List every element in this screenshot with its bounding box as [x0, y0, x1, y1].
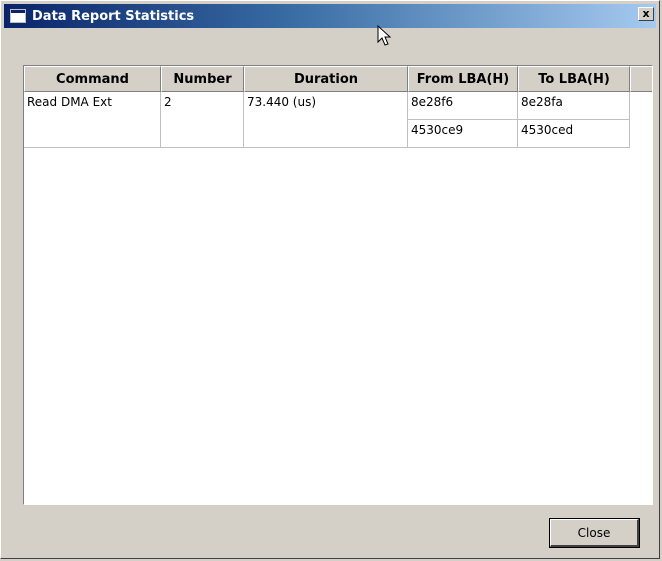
window-title: Data Report Statistics	[32, 8, 195, 24]
title-bar[interactable]: Data Report Statistics x	[4, 4, 656, 28]
cell-command: Read DMA Ext	[24, 92, 161, 148]
close-button[interactable]: Close	[549, 518, 640, 548]
cell-from-lba-1: 8e28f6	[408, 92, 518, 120]
close-icon[interactable]: x	[638, 7, 654, 21]
dialog-window: Data Report Statistics x Command Number …	[0, 0, 660, 559]
cell-to-lba-2: 4530ced	[518, 120, 630, 148]
column-header-filler	[630, 66, 652, 92]
column-header-row: Command Number Duration From LBA(H) To L…	[24, 66, 652, 92]
cell-duration: 73.440 (us)	[244, 92, 408, 148]
cell-to-lba-1: 8e28fa	[518, 92, 630, 120]
column-header-from-lba[interactable]: From LBA(H)	[408, 66, 518, 92]
column-header-to-lba[interactable]: To LBA(H)	[518, 66, 630, 92]
column-header-command[interactable]: Command	[24, 66, 161, 92]
cell-number: 2	[161, 92, 244, 148]
window-icon	[10, 9, 26, 23]
statistics-list[interactable]: Command Number Duration From LBA(H) To L…	[23, 65, 653, 505]
column-header-number[interactable]: Number	[161, 66, 244, 92]
mouse-pointer-icon	[377, 25, 392, 46]
column-header-duration[interactable]: Duration	[244, 66, 408, 92]
cell-from-lba-2: 4530ce9	[408, 120, 518, 148]
